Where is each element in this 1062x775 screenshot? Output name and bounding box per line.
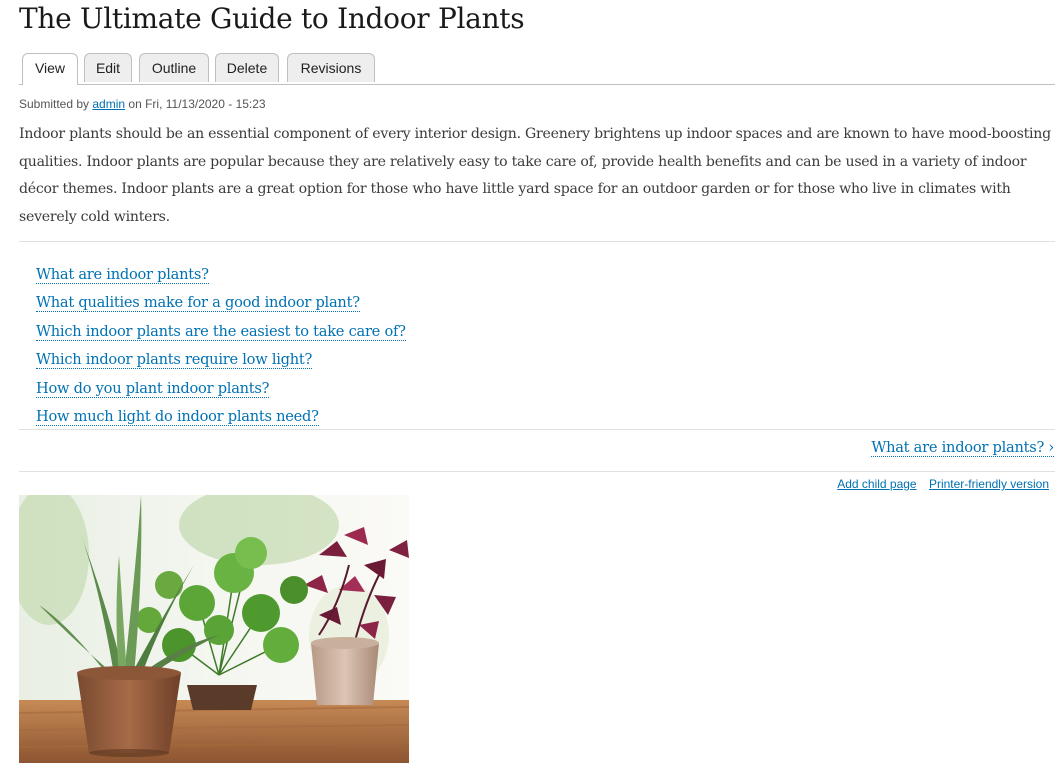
book-navigation-list: What are indoor plants? What qualities m… [36,262,406,432]
tab-revisions[interactable]: Revisions [287,53,375,82]
toc-link-how-much-light[interactable]: How much light do indoor plants need? [36,407,319,426]
list-item: Which indoor plants are the easiest to t… [36,319,406,347]
page: The Ultimate Guide to Indoor Plants View… [0,0,1062,775]
submitted-info: Submitted by admin on Fri, 11/13/2020 - … [19,97,266,111]
next-page-link[interactable]: What are indoor plants? › [871,439,1054,457]
divider [19,429,1055,430]
tab-edit[interactable]: Edit [84,53,132,82]
intro-paragraph: Indoor plants should be an essential com… [19,126,1051,225]
toc-link-how-to-plant[interactable]: How do you plant indoor plants? [36,379,269,398]
page-title: The Ultimate Guide to Indoor Plants [19,2,525,35]
list-item: Which indoor plants require low light? [36,347,406,375]
tab-delete[interactable]: Delete [215,53,279,82]
author-link[interactable]: admin [92,97,125,111]
indoor-plants-image [19,495,409,763]
list-item: What qualities make for a good indoor pl… [36,290,406,318]
toc-link-what-are-indoor-plants[interactable]: What are indoor plants? [36,266,209,284]
add-child-page-link[interactable]: Add child page [837,477,916,491]
node-links: Add child page Printer-friendly version [828,477,1049,491]
list-item: What are indoor plants? [36,262,406,290]
divider [19,471,1055,472]
list-item: How do you plant indoor plants? [36,376,406,404]
toc-link-low-light[interactable]: Which indoor plants require low light? [36,351,312,370]
toc-link-easiest[interactable]: Which indoor plants are the easiest to t… [36,322,406,341]
local-tasks-tabs: View Edit Outline Delete Revisions [19,53,1055,85]
tab-view[interactable]: View [22,53,78,85]
toc-link-qualities[interactable]: What qualities make for a good indoor pl… [36,294,360,313]
printer-friendly-link[interactable]: Printer-friendly version [929,477,1049,491]
submitted-prefix: Submitted by [19,97,93,111]
tab-outline[interactable]: Outline [139,53,209,82]
submitted-date: on Fri, 11/13/2020 - 15:23 [125,97,266,111]
divider [19,241,1055,242]
